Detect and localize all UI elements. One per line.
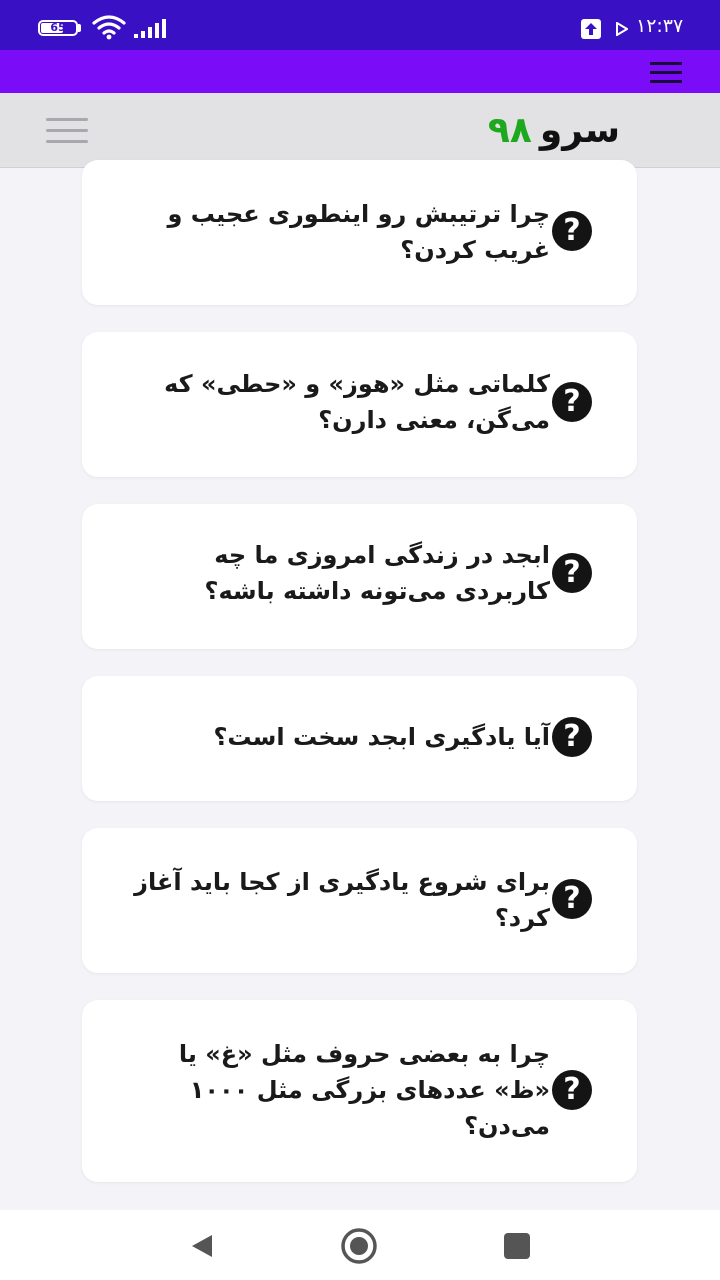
faq-card[interactable]: ? ابجد در زندگی امروزی ما چه کاربردی می‌…: [82, 504, 637, 649]
back-triangle-icon[interactable]: [188, 1232, 216, 1260]
faq-card[interactable]: ? آیا یادگیری ابجد سخت است؟: [82, 676, 637, 801]
faq-card[interactable]: ? برای شروع یادگیری از کجا باید آغاز کرد…: [82, 828, 637, 973]
faq-question: چرا ترتیبش رو اینطوری عجیب و غریب کردن؟: [167, 200, 550, 264]
battery-cap: [78, 24, 81, 32]
brand-number: ۹۸: [487, 110, 532, 151]
home-circle-icon[interactable]: [340, 1227, 378, 1265]
faq-card[interactable]: ? چرا ترتیبش رو اینطوری عجیب و غریب کردن…: [82, 160, 637, 305]
top-bar: [0, 50, 720, 93]
brand-logo[interactable]: سرو۹۸: [470, 106, 620, 156]
question-icon: ?: [552, 382, 592, 422]
faq-question: ابجد در زندگی امروزی ما چه کاربردی می‌تو…: [204, 541, 550, 605]
battery-icon: 65: [38, 20, 78, 36]
signal-icon: [134, 19, 166, 38]
question-icon: ?: [552, 1070, 592, 1110]
status-time: ۱۲:۳۷: [636, 15, 684, 37]
recents-square-icon[interactable]: [504, 1233, 530, 1259]
top-menu-button[interactable]: [646, 60, 686, 86]
faq-card[interactable]: ? کلماتی مثل «هوز» و «حطی» که می‌گن، معن…: [82, 332, 637, 477]
faq-question: برای شروع یادگیری از کجا باید آغاز کرد؟: [134, 868, 550, 932]
brand-text: سرو: [539, 110, 620, 151]
faq-question: کلماتی مثل «هوز» و «حطی» که می‌گن، معنی …: [164, 370, 550, 434]
upload-notification-icon: [581, 19, 601, 39]
play-notification-icon: [616, 22, 628, 36]
header-menu-button[interactable]: [44, 117, 90, 145]
battery-level: 65: [50, 21, 66, 34]
question-icon: ?: [552, 553, 592, 593]
faq-question: چرا به بعضی حروف مثل «غ» یا «ظ» عددهای ب…: [178, 1040, 550, 1140]
question-icon: ?: [552, 717, 592, 757]
faq-question: آیا یادگیری ابجد سخت است؟: [213, 723, 550, 751]
question-icon: ?: [552, 879, 592, 919]
faq-card[interactable]: ? چرا به بعضی حروف مثل «غ» یا «ظ» عددهای…: [82, 1000, 637, 1182]
wifi-icon: [92, 15, 126, 40]
question-icon: ?: [552, 211, 592, 251]
